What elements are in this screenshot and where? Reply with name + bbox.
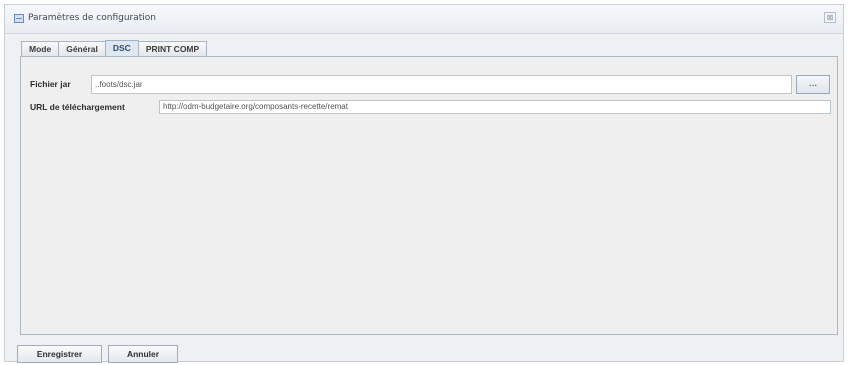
download-url-field[interactable]: http://odm-budgetaire.org/composants-rec… — [159, 100, 831, 114]
tab-bar: Mode Général DSC PRINT COMP — [21, 40, 208, 57]
config-window: Paramètres de configuration ⊠ Mode Génér… — [4, 4, 844, 363]
jar-file-field[interactable]: ..foots/dsc.jar — [91, 75, 792, 94]
tab-mode[interactable]: Mode — [21, 41, 60, 56]
download-url-label: URL de téléchargement — [30, 102, 125, 112]
close-icon[interactable]: ⊠ — [824, 12, 836, 23]
config-window-icon — [14, 14, 24, 23]
dsc-panel: Fichier jar ..foots/dsc.jar ... URL de t… — [20, 56, 838, 335]
tab-print-comp[interactable]: PRINT COMP — [137, 41, 208, 56]
tab-general[interactable]: Général — [58, 41, 106, 56]
save-button[interactable]: Enregistrer — [17, 345, 102, 363]
window-title: Paramètres de configuration — [28, 13, 156, 23]
title-bar: Paramètres de configuration ⊠ — [5, 5, 843, 34]
tab-dsc[interactable]: DSC — [104, 40, 139, 57]
cancel-button[interactable]: Annuler — [108, 345, 178, 363]
jar-file-label: Fichier jar — [30, 79, 71, 89]
browse-button[interactable]: ... — [796, 75, 830, 94]
